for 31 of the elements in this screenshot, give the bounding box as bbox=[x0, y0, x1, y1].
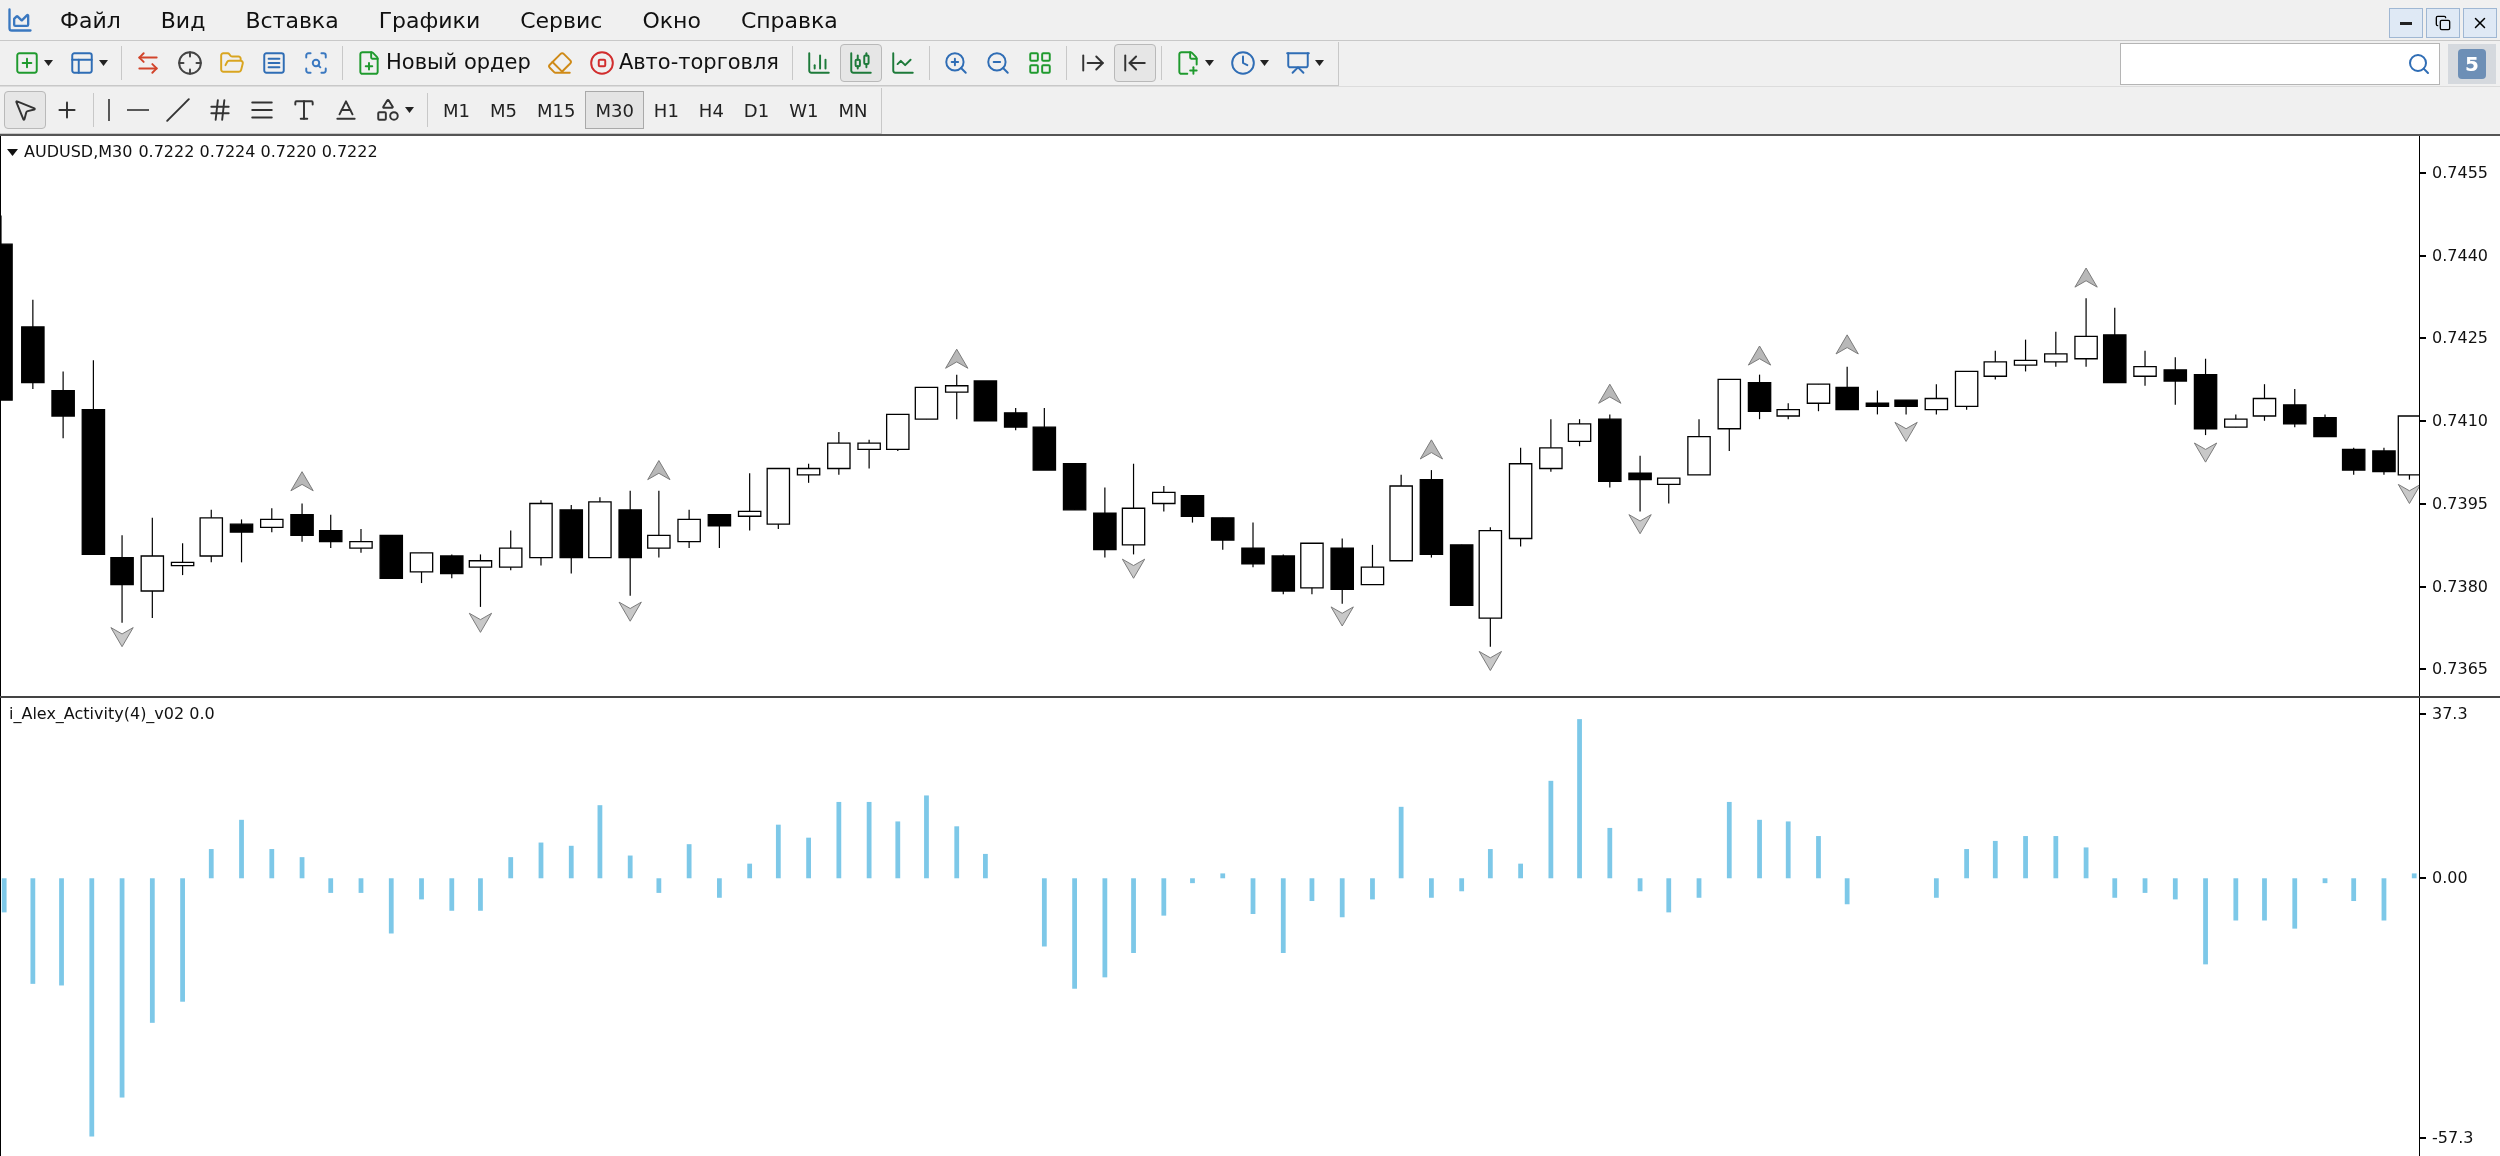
menu-item[interactable]: Окно bbox=[622, 3, 721, 37]
price-label: 0.7425 bbox=[2432, 328, 2488, 349]
menu-item[interactable]: Сервис bbox=[500, 3, 623, 37]
menu-item[interactable]: Вставка bbox=[225, 3, 359, 37]
period-button[interactable]: M15 bbox=[526, 91, 586, 129]
price-label: 0.7380 bbox=[2432, 576, 2488, 597]
price-label: 0.7365 bbox=[2432, 659, 2488, 680]
indicator-scale-label: -57.3 bbox=[2432, 1128, 2474, 1148]
period-button[interactable]: M1 bbox=[433, 91, 480, 129]
price-label: 0.7440 bbox=[2432, 245, 2488, 266]
price-label: 0.7455 bbox=[2432, 163, 2488, 183]
period-button[interactable]: W1 bbox=[779, 91, 829, 129]
indicator-scale-label: 0.00 bbox=[2432, 868, 2468, 888]
chart-symbol: AUDUSD,M30 bbox=[24, 141, 133, 163]
price-label: 0.7395 bbox=[2432, 493, 2488, 514]
period-button[interactable]: D1 bbox=[733, 91, 780, 129]
indicator-scale-label: 37.3 bbox=[2432, 704, 2468, 724]
period-button[interactable]: M30 bbox=[585, 91, 644, 129]
period-button[interactable]: MN bbox=[828, 91, 878, 129]
period-button[interactable]: H1 bbox=[643, 91, 689, 129]
menu-item[interactable]: Справка bbox=[720, 3, 858, 37]
period-button[interactable]: H4 bbox=[688, 91, 734, 129]
menu-item[interactable]: Файл bbox=[40, 3, 141, 37]
menu-item[interactable]: Вид bbox=[140, 3, 226, 37]
menu-item[interactable]: Графики bbox=[358, 3, 501, 37]
indicator-label: i_Alex_Activity(4)_v02 0.0 bbox=[9, 703, 215, 725]
price-label: 0.7410 bbox=[2432, 411, 2488, 432]
period-button[interactable]: M5 bbox=[480, 91, 527, 129]
new-order-button[interactable]: Новый ордер bbox=[348, 44, 539, 82]
auto-trading-button[interactable]: Авто-торговля bbox=[580, 44, 787, 82]
chart-ohlc: 0.7222 0.7224 0.7220 0.7222 bbox=[138, 141, 378, 163]
